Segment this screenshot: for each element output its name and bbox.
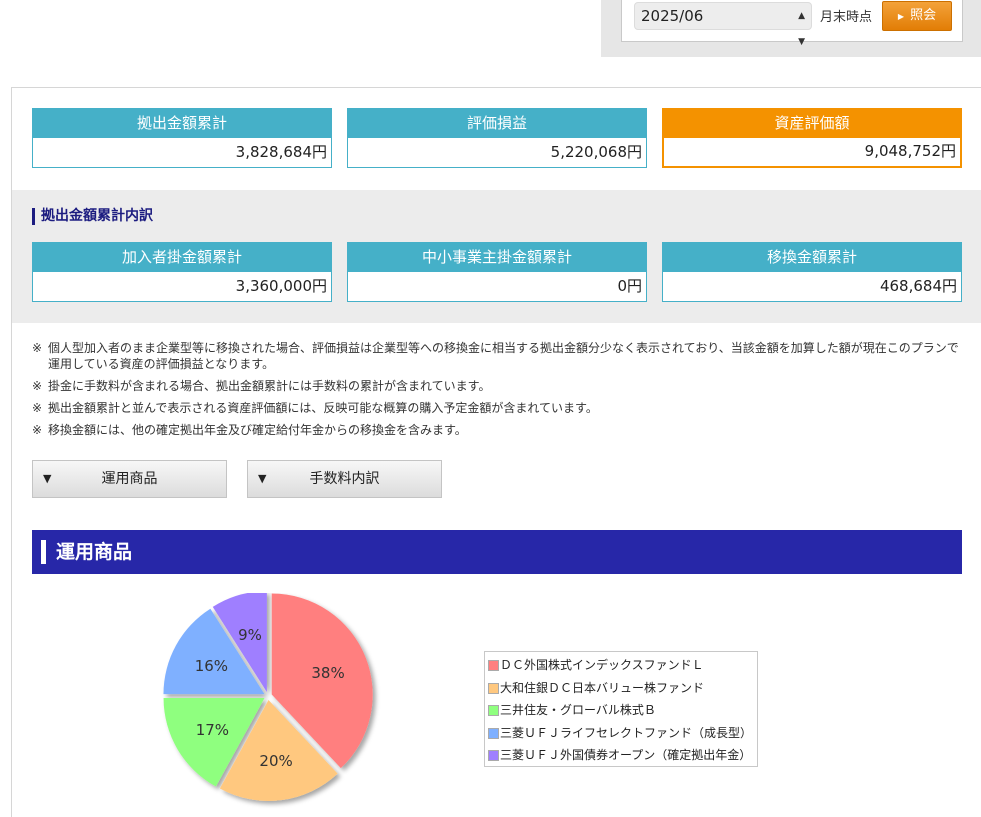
pie-slice-label: 17%: [196, 721, 229, 739]
transfer-total-value: 468,684円: [662, 272, 962, 302]
date-selector-box: 2025/06 ▲ ▼ 月末時点 ▶ 照会: [621, 0, 963, 47]
employer-total-box: 中小事業主掛金額累計 0円: [347, 242, 647, 304]
transfer-total-label: 移換金額累計: [662, 242, 962, 272]
note-item: ※ 掛金に手数料が含まれる場合、拠出金額累計には手数料の累計が含まれています。: [32, 378, 962, 394]
fees-toggle-label: 手数料内訳: [309, 471, 380, 487]
legend-label: 三菱ＵＦＪ外国債券オープン（確定拠出年金）: [500, 748, 752, 762]
note-item: ※ 拠出金額累計と並んで表示される資産評価額には、反映可能な概算の購入予定金額が含…: [32, 400, 962, 416]
fees-toggle-button[interactable]: ▼ 手数料内訳: [247, 460, 442, 498]
section-accent-bar: [41, 540, 46, 564]
note-text: 拠出金額累計と並んで表示される資産評価額には、反映可能な概算の購入予定金額が含ま…: [48, 401, 598, 415]
legend-swatch: [488, 727, 499, 739]
legend-swatch: [488, 660, 499, 671]
legend-item: 三井住友・グローバル株式Ｂ: [485, 699, 757, 722]
date-suffix-label: 月末時点: [820, 10, 873, 25]
legend-label: 大和住銀ＤＣ日本バリュー株ファンド: [500, 680, 705, 695]
note-item: ※ 移換金額には、他の確定拠出年金及び確定給付年金からの移換金を含みます。: [32, 422, 962, 438]
products-toggle-label: 運用商品: [101, 471, 158, 487]
note-mark: ※: [32, 341, 43, 355]
valuation-gain-box: 評価損益 5,220,068円: [347, 108, 647, 170]
products-section-header: 運用商品: [32, 530, 962, 574]
asset-value-value: 9,048,752円: [662, 138, 962, 168]
chart-legend: ＤＣ外国株式インデックスファンドＬ 大和住銀ＤＣ日本バリュー株ファンド 三井住友…: [484, 651, 758, 767]
query-button-label: 照会: [910, 8, 937, 23]
transfer-total-box: 移換金額累計 468,684円: [662, 242, 962, 304]
products-toggle-button[interactable]: ▼ 運用商品: [32, 460, 227, 498]
asset-value-label: 資産評価額: [662, 108, 962, 138]
note-mark: ※: [32, 423, 43, 437]
note-text: 移換金額には、他の確定拠出年金及び確定給付年金からの移換金を含みます。: [48, 423, 467, 437]
products-pie-chart: 38% 20% 17% 16% 9%: [163, 593, 373, 801]
play-icon: ▶: [897, 12, 905, 21]
summary-row: 拠出金額累計 3,828,684円 評価損益 5,220,068円 資産評価額 …: [32, 108, 962, 170]
note-text: 個人型加入者のまま企業型等に移換された場合、評価損益は企業型等への移換金に相当す…: [48, 341, 959, 371]
pie-slice-label: 38%: [311, 664, 344, 682]
main-content: 拠出金額累計 3,828,684円 評価損益 5,220,068円 資産評価額 …: [11, 87, 981, 817]
contribution-total-value: 3,828,684円: [32, 138, 332, 168]
note-mark: ※: [32, 379, 43, 393]
legend-swatch: [488, 750, 499, 761]
valuation-gain-value: 5,220,068円: [347, 138, 647, 168]
legend-label: ＤＣ外国株式インデックスファンドＬ: [500, 658, 704, 672]
triangle-down-icon: ▼: [258, 472, 267, 485]
contribution-total-label: 拠出金額累計: [32, 108, 332, 138]
note-item: ※ 個人型加入者のまま企業型等に移換された場合、評価損益は企業型等への移換金に相当…: [32, 340, 962, 372]
date-select[interactable]: 2025/06 ▲ ▼: [634, 2, 812, 47]
date-select-value: 2025/06: [641, 7, 704, 25]
valuation-gain-label: 評価損益: [347, 108, 647, 138]
member-total-label: 加入者掛金額累計: [32, 242, 332, 272]
date-selector-panel: 2025/06 ▲ ▼ 月末時点 ▶ 照会: [601, 0, 981, 57]
triangle-down-icon: ▼: [43, 472, 52, 485]
note-mark: ※: [32, 401, 43, 415]
query-button[interactable]: ▶ 照会: [882, 1, 952, 31]
legend-label: 三菱ＵＦＪライフセレクトファンド（成長型）: [500, 725, 753, 740]
pie-slice-label: 20%: [259, 752, 292, 770]
legend-swatch: [488, 705, 499, 716]
breakdown-title: 拠出金額累計内訳: [32, 208, 153, 225]
member-total-box: 加入者掛金額累計 3,360,000円: [32, 242, 332, 304]
note-text: 掛金に手数料が含まれる場合、拠出金額累計には手数料の累計が含まれています。: [48, 379, 491, 393]
legend-item: 三菱ＵＦＪ外国債券オープン（確定拠出年金）: [485, 744, 757, 767]
legend-item: ＤＣ外国株式インデックスファンドＬ: [485, 654, 757, 677]
asset-value-box: 資産評価額 9,048,752円: [662, 108, 962, 170]
pie-slice-label: 16%: [195, 657, 228, 675]
products-section-title: 運用商品: [56, 541, 133, 563]
pie-slice-label: 9%: [238, 626, 262, 644]
select-arrows-icon: ▲ ▼: [798, 11, 805, 47]
notes-list: ※ 個人型加入者のまま企業型等に移換された場合、評価損益は企業型等への移換金に相当…: [32, 340, 962, 444]
legend-label: 三井住友・グローバル株式Ｂ: [500, 703, 656, 717]
breakdown-row: 加入者掛金額累計 3,360,000円 中小事業主掛金額累計 0円 移換金額累計…: [32, 242, 962, 304]
legend-item: 三菱ＵＦＪライフセレクトファンド（成長型）: [485, 722, 757, 745]
employer-total-label: 中小事業主掛金額累計: [347, 242, 647, 272]
member-total-value: 3,360,000円: [32, 272, 332, 302]
employer-total-value: 0円: [347, 272, 647, 302]
legend-item: 大和住銀ＤＣ日本バリュー株ファンド: [485, 677, 757, 700]
contribution-total-box: 拠出金額累計 3,828,684円: [32, 108, 332, 170]
legend-swatch: [488, 682, 499, 694]
